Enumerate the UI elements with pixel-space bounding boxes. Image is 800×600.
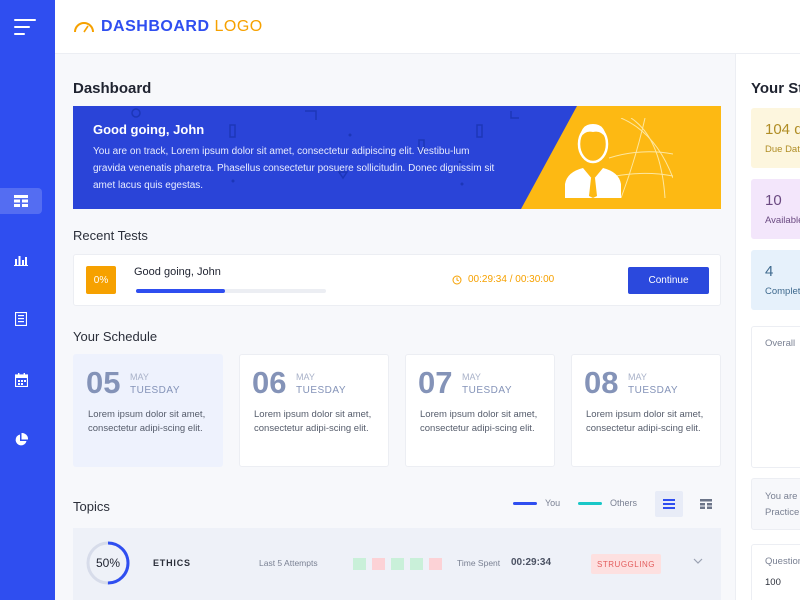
- topic-percent: 50%: [95, 556, 121, 570]
- sidebar-item-tests[interactable]: [0, 306, 42, 332]
- stat-card-due-date[interactable]: 104 days Due Date: [751, 108, 800, 168]
- schedule-month: MAY: [628, 372, 647, 382]
- schedule-text: Lorem ipsum dolor sit amet, consectetur …: [88, 409, 206, 434]
- schedule-card[interactable]: 07 MAY TUESDAY Lorem ipsum dolor sit ame…: [405, 354, 555, 467]
- schedule-day: 05: [86, 365, 121, 400]
- schedule-text: Lorem ipsum dolor sit amet, consectetur …: [586, 409, 704, 434]
- recent-test-card: 0% Good going, John 00:29:34 / 00:30:00 …: [73, 254, 721, 306]
- schedule-weekday: TUESDAY: [628, 385, 678, 396]
- dashboard-icon: [14, 195, 28, 207]
- note-card: You are Practice: [751, 478, 800, 530]
- top-bar: DASHBOARD LOGO: [55, 0, 800, 54]
- schedule-card[interactable]: 05 MAY TUESDAY Lorem ipsum dolor sit ame…: [73, 354, 223, 467]
- topic-row[interactable]: 50% ETHICS Last 5 Attempts Time Spent 00…: [73, 528, 721, 600]
- note-line-2: Practice: [765, 507, 800, 518]
- sidebar-item-reports[interactable]: [0, 246, 42, 272]
- recent-tests-title: Recent Tests: [73, 228, 148, 243]
- stat-label: Completed: [765, 286, 800, 297]
- gauge-icon: [74, 22, 94, 33]
- attempt-pass: [410, 558, 423, 570]
- schedule-title: Your Schedule: [73, 329, 158, 344]
- attempts-label: Last 5 Attempts: [259, 558, 318, 568]
- sidebar-item-analytics[interactable]: [0, 427, 42, 453]
- stat-label: Due Date: [765, 144, 800, 155]
- legend-others: Others: [578, 498, 637, 508]
- questions-label: Questions: [765, 556, 800, 567]
- attempt-fail: [429, 558, 442, 570]
- schedule-text: Lorem ipsum dolor sit amet, consectetur …: [254, 409, 372, 434]
- schedule-day: 08: [584, 365, 619, 400]
- stat-value: 104 days: [765, 121, 800, 138]
- topics-title: Topics: [73, 499, 110, 514]
- list-view-button[interactable]: [655, 491, 683, 517]
- logo-secondary-text: LOGO: [214, 18, 263, 35]
- logo-primary-text: DASHBOARD: [101, 18, 210, 35]
- legend-others-swatch: [578, 501, 602, 505]
- stats-title: Your Stats: [751, 80, 800, 97]
- logo[interactable]: DASHBOARD LOGO: [73, 18, 263, 36]
- welcome-banner: Good going, John You are on track, Lorem…: [73, 106, 721, 209]
- legend-you-swatch: [513, 501, 537, 505]
- stat-label: Available: [765, 215, 800, 226]
- schedule-text: Lorem ipsum dolor sit amet, consectetur …: [420, 409, 538, 434]
- schedule-day: 06: [252, 365, 287, 400]
- menu-icon[interactable]: [14, 19, 36, 40]
- sidebar-item-dashboard[interactable]: [0, 188, 42, 214]
- overall-card: Overall: [751, 326, 800, 468]
- test-percent-badge: 0%: [86, 266, 116, 294]
- schedule-card[interactable]: 06 MAY TUESDAY Lorem ipsum dolor sit ame…: [239, 354, 389, 467]
- questions-card: Questions 100: [751, 544, 800, 600]
- attempt-pass: [353, 558, 366, 570]
- stat-card-completed[interactable]: 4 Completed: [751, 250, 800, 310]
- time-spent-label: Time Spent: [457, 558, 501, 568]
- schedule-weekday: TUESDAY: [462, 385, 512, 396]
- schedule-month: MAY: [462, 372, 481, 382]
- legend-others-label: Others: [610, 498, 638, 508]
- attempt-fail: [372, 558, 385, 570]
- test-progress-bar: [136, 289, 326, 293]
- attempt-pass: [391, 558, 404, 570]
- sidebar: [0, 0, 55, 600]
- topic-name: ETHICS: [153, 558, 191, 568]
- time-spent-value: 00:29:34: [511, 557, 552, 568]
- legend-you-label: You: [545, 498, 561, 508]
- main-content: Dashboard Good going, John You are on tr…: [55, 54, 735, 600]
- questions-value[interactable]: 100: [765, 577, 781, 588]
- calendar-icon: [14, 373, 28, 387]
- sidebar-item-schedule[interactable]: [0, 367, 42, 393]
- document-icon: [15, 312, 27, 326]
- test-progress-fill: [136, 289, 226, 293]
- list-view-icon: [663, 499, 675, 509]
- schedule-month: MAY: [296, 372, 315, 382]
- continue-button[interactable]: Continue: [628, 267, 709, 294]
- status-badge: STRUGGLING: [591, 554, 661, 574]
- test-timer: 00:29:34 / 00:30:00: [452, 274, 554, 285]
- schedule-card[interactable]: 08 MAY TUESDAY Lorem ipsum dolor sit ame…: [571, 354, 721, 467]
- page-title: Dashboard: [73, 80, 152, 97]
- banner-text: You are on track, Lorem ipsum dolor sit …: [93, 146, 495, 191]
- stat-card-available[interactable]: 10 Available: [751, 179, 800, 239]
- schedule-month: MAY: [130, 372, 149, 382]
- schedule-day: 07: [418, 365, 453, 400]
- note-line-1: You are: [765, 491, 798, 502]
- clock-icon: [452, 275, 462, 284]
- test-name: Good going, John: [134, 266, 221, 278]
- chevron-down-icon[interactable]: [693, 558, 703, 564]
- legend-you: You: [513, 498, 560, 508]
- stat-value: 4: [765, 263, 774, 280]
- stat-value: 10: [765, 192, 782, 209]
- overall-label: Overall: [765, 338, 796, 349]
- banner-heading: Good going, John: [93, 122, 205, 137]
- pie-chart-icon: [15, 433, 28, 446]
- schedule-weekday: TUESDAY: [296, 385, 346, 396]
- user-avatar-icon: [565, 118, 673, 198]
- schedule-weekday: TUESDAY: [130, 385, 180, 396]
- stats-panel: Your Stats 104 days Due Date 10 Availabl…: [735, 54, 800, 600]
- grid-view-icon: [700, 499, 712, 509]
- bar-chart-icon: [14, 255, 28, 266]
- grid-view-button[interactable]: [692, 491, 720, 517]
- test-time-value: 00:29:34 / 00:30:00: [468, 274, 555, 285]
